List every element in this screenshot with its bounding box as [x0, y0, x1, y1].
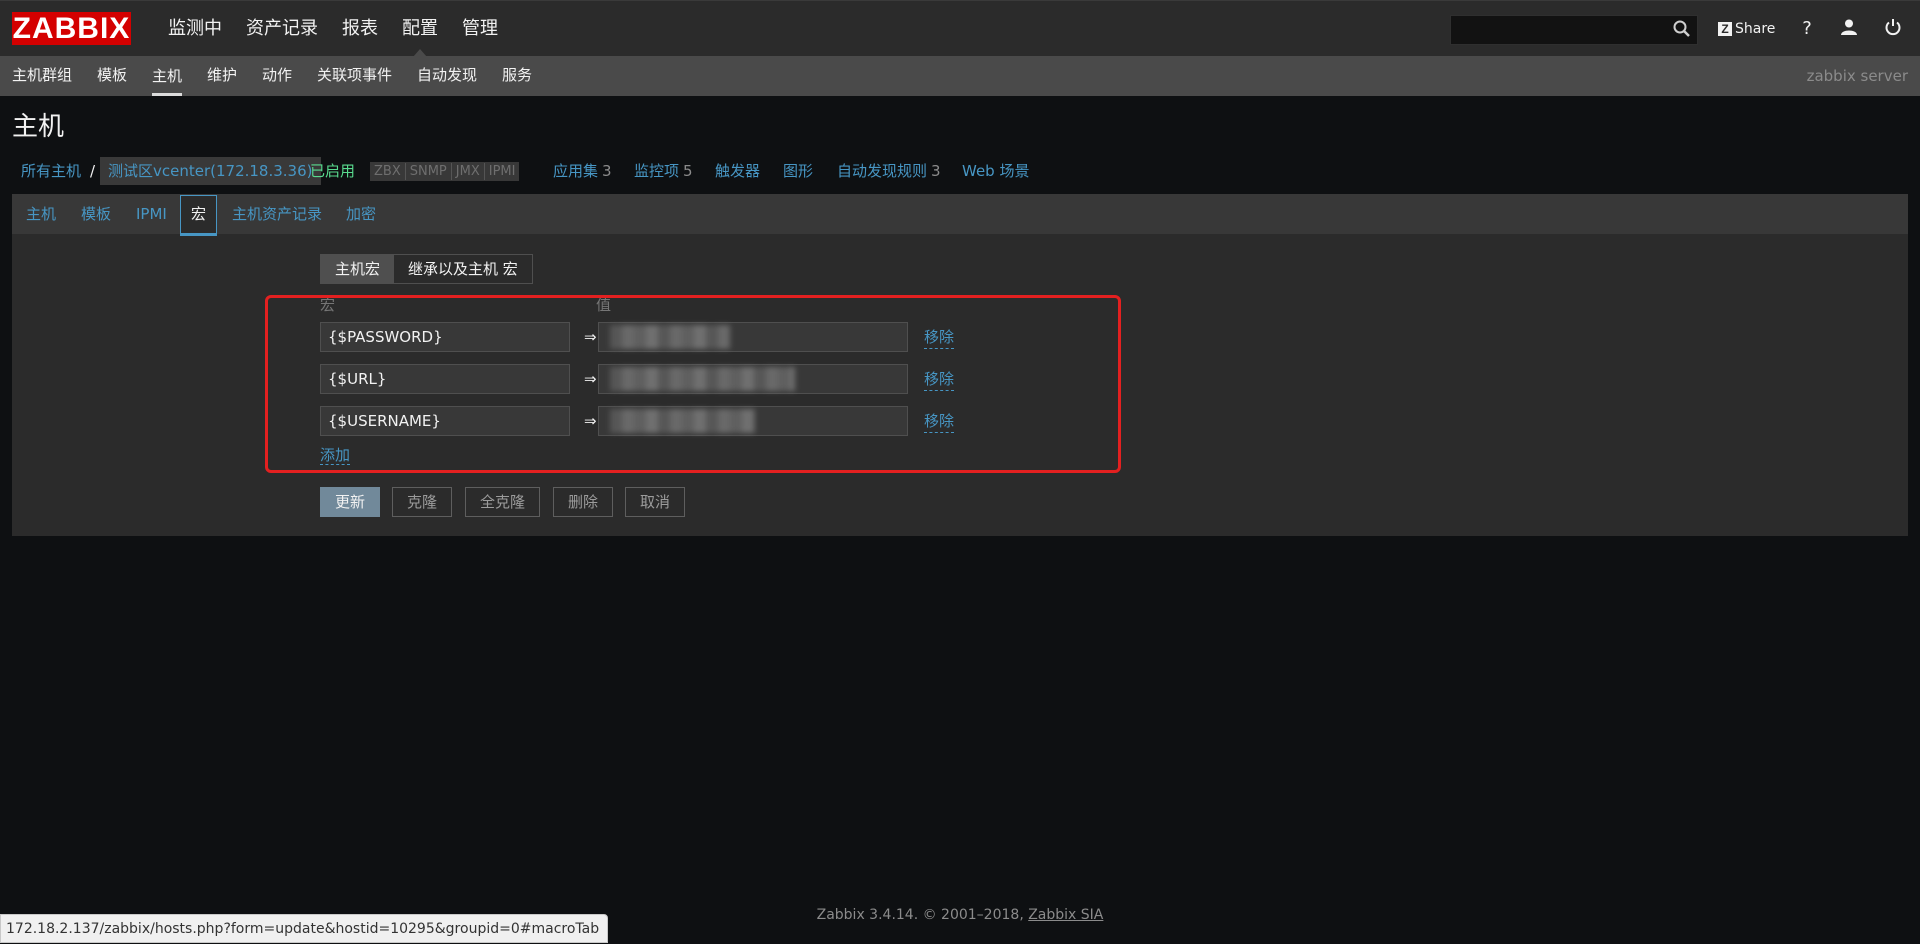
tab-host[interactable]: 主机	[26, 194, 56, 234]
sub-menu-services[interactable]: 服务	[502, 56, 532, 96]
main-menu-monitoring[interactable]: 监测中	[156, 1, 234, 57]
link-items[interactable]: 监控项 5	[634, 157, 693, 185]
snmp-availability-badge: SNMP	[406, 163, 452, 180]
breadcrumb-separator: /	[90, 162, 96, 180]
cancel-button[interactable]: 取消	[625, 487, 685, 517]
main-menu-configuration[interactable]: 配置	[390, 1, 450, 57]
host-macros-option[interactable]: 主机宏	[321, 255, 395, 283]
sub-menu-discovery[interactable]: 自动发现	[417, 56, 477, 96]
sub-menu-correlation[interactable]: 关联项事件	[317, 56, 392, 96]
tab-inventory[interactable]: 主机资产记录	[232, 194, 322, 234]
search-input[interactable]	[1450, 15, 1698, 45]
macro-view-toggle: 主机宏 继承以及主机 宏	[320, 254, 533, 284]
link-graphs[interactable]: 图形	[783, 157, 813, 185]
full-clone-button[interactable]: 全克隆	[465, 487, 540, 517]
link-discovery-rules[interactable]: 自动发现规则 3	[837, 157, 941, 185]
sub-menu: 主机群组 模板 主机 维护 动作 关联项事件 自动发现 服务 zabbix se…	[0, 56, 1920, 96]
zbx-availability-badge: ZBX	[370, 163, 406, 180]
breadcrumb-all-hosts[interactable]: 所有主机	[21, 157, 81, 185]
server-name: zabbix server	[1806, 67, 1908, 85]
link-applications[interactable]: 应用集 3	[553, 157, 612, 185]
footer-copyright: Zabbix 3.4.14. © 2001–2018,	[816, 907, 1029, 923]
user-profile-icon[interactable]	[1838, 18, 1860, 40]
link-triggers[interactable]: 触发器	[715, 157, 760, 185]
ipmi-availability-badge: IPMI	[488, 164, 516, 179]
sub-menu-actions[interactable]: 动作	[262, 56, 292, 96]
sub-menu-hosts[interactable]: 主机	[152, 56, 183, 96]
zabbix-share-icon: Z	[1718, 22, 1732, 36]
main-menu-inventory[interactable]: 资产记录	[234, 1, 330, 57]
breadcrumb-host[interactable]: 测试区vcenter(172.18.3.36)	[100, 157, 321, 185]
footer-company-link[interactable]: Zabbix SIA	[1028, 907, 1103, 923]
jmx-availability-badge: JMX	[452, 163, 485, 180]
sub-menu-host-groups[interactable]: 主机群组	[12, 56, 72, 96]
tab-templates[interactable]: 模板	[81, 194, 111, 234]
tab-encryption[interactable]: 加密	[346, 194, 376, 234]
annotation-highlight-box	[265, 295, 1121, 473]
page-title: 主机	[12, 112, 65, 142]
tab-macros[interactable]: 宏	[180, 195, 218, 236]
availability-badges: ZBX SNMP JMX IPMI	[370, 162, 520, 181]
help-icon[interactable]: ?	[1796, 18, 1818, 40]
tab-ipmi[interactable]: IPMI	[136, 194, 167, 234]
share-label: Share	[1735, 21, 1776, 37]
share-button[interactable]: Z Share	[1718, 18, 1775, 40]
host-tabs: 主机 模板 IPMI 宏 主机资产记录 加密	[12, 194, 1908, 236]
sub-menu-templates[interactable]: 模板	[97, 56, 127, 96]
host-navigation: 所有主机 / 测试区vcenter(172.18.3.36) 已启用 ZBX S…	[12, 157, 1912, 185]
top-bar: ZABBIX 监测中 资产记录 报表 配置 管理 Z Share ?	[0, 0, 1920, 57]
delete-button[interactable]: 删除	[553, 487, 613, 517]
link-web-scenarios[interactable]: Web 场景	[962, 157, 1029, 185]
main-menu-administration[interactable]: 管理	[450, 1, 510, 57]
main-menu: 监测中 资产记录 报表 配置 管理	[156, 1, 510, 57]
inherited-macros-option[interactable]: 继承以及主机 宏	[394, 255, 532, 283]
search-icon[interactable]	[1672, 19, 1692, 39]
main-menu-reports[interactable]: 报表	[330, 1, 390, 57]
clone-button[interactable]: 克隆	[392, 487, 452, 517]
power-icon[interactable]	[1882, 18, 1904, 40]
update-button[interactable]: 更新	[320, 487, 380, 517]
sub-menu-maintenance[interactable]: 维护	[207, 56, 237, 96]
zabbix-logo[interactable]: ZABBIX	[12, 12, 131, 45]
host-status-enabled[interactable]: 已启用	[310, 157, 355, 185]
browser-status-url: 172.18.2.137/zabbix/hosts.php?form=updat…	[0, 914, 609, 943]
